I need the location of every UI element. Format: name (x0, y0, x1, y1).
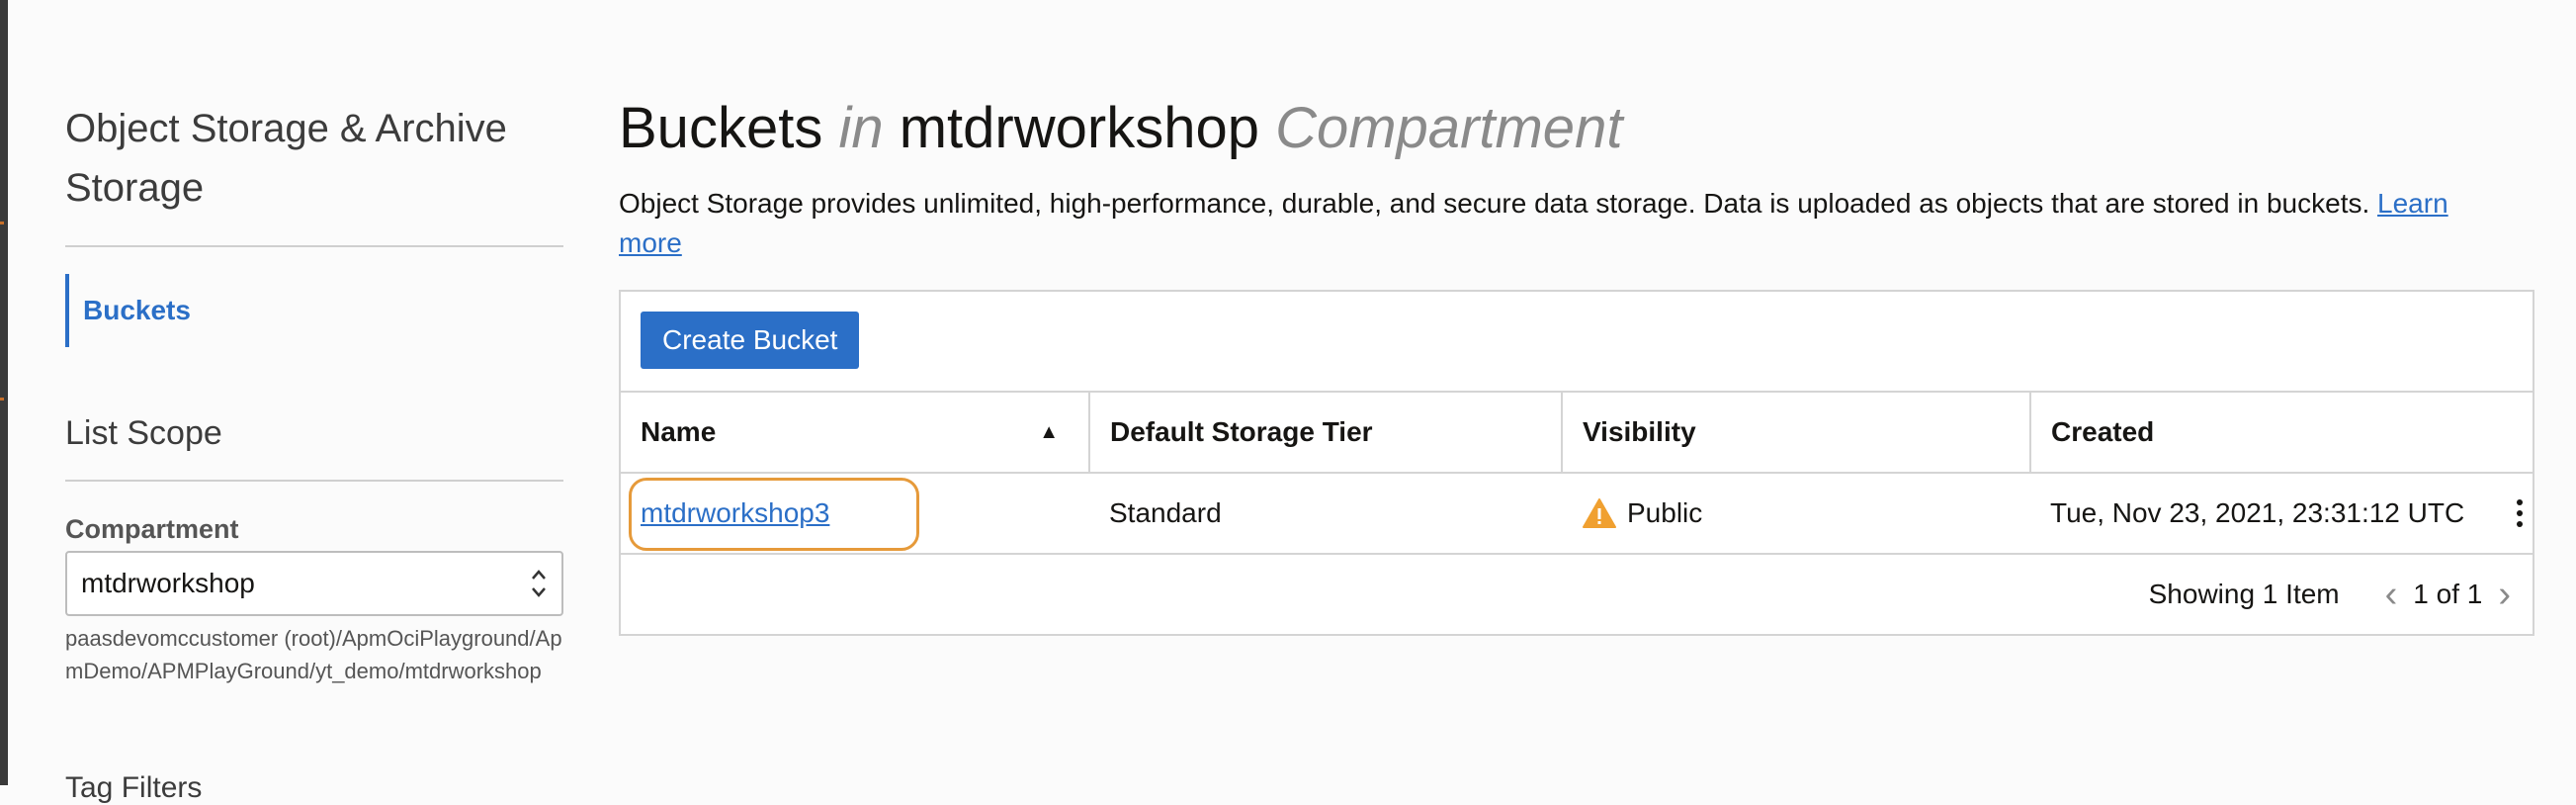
compartment-select[interactable]: mtdrworkshop (65, 551, 563, 616)
bucket-name-link[interactable]: mtdrworkshop3 (641, 497, 829, 528)
warning-icon (1583, 498, 1616, 528)
sidebar-item-buckets[interactable]: Buckets (65, 274, 563, 347)
buckets-panel: Create Bucket Name ▲ Default Storage Tie… (619, 290, 2534, 636)
kebab-menu-icon[interactable] (2513, 495, 2527, 531)
chevron-right-icon[interactable]: › (2492, 576, 2517, 613)
column-header-created[interactable]: Created (2029, 393, 2534, 474)
sidebar-title: Object Storage & Archive Storage (65, 107, 507, 210)
pagination: Showing 1 Item ‹ 1 of 1 › (621, 555, 2533, 634)
create-bucket-button[interactable]: Create Bucket (641, 312, 860, 369)
cell-visibility: Public (1562, 473, 2030, 555)
visibility-value: Public (1627, 497, 1703, 528)
column-header-label: Name (641, 416, 717, 447)
toolbar: Create Bucket (621, 292, 2533, 393)
page-indicator: 1 of 1 (2413, 579, 2483, 609)
page-description: Object Storage provides unlimited, high-… (619, 184, 2497, 263)
title-buckets: Buckets (619, 96, 823, 160)
sidebar-item-label: Buckets (83, 295, 191, 325)
compartment-label: Compartment (65, 514, 239, 544)
table-row: mtdrworkshop3 Standard Public Tue, Nov 2… (621, 473, 2534, 555)
list-scope-title: List Scope (65, 414, 222, 452)
sidebar-divider (65, 245, 563, 247)
tag-filters-heading: Tag Filters (65, 771, 203, 804)
compartment-select-value: mtdrworkshop (81, 568, 255, 598)
created-value: Tue, Nov 23, 2021, 23:31:12 UTC (2050, 497, 2465, 528)
edge-mark (0, 222, 4, 224)
column-header-visibility[interactable]: Visibility (1561, 393, 2030, 474)
select-arrows-icon (530, 567, 548, 600)
title-in: in (838, 96, 884, 160)
title-compartment-name: mtdrworkshop (899, 96, 1259, 160)
main-content: Buckets in mtdrworkshop Compartment Obje… (619, 89, 2536, 636)
table-header-row: Name ▲ Default Storage Tier Visibility C… (621, 393, 2534, 474)
title-compartment-suffix: Compartment (1275, 96, 1623, 160)
description-text: Object Storage provides unlimited, high-… (619, 188, 2370, 219)
cell-created: Tue, Nov 23, 2021, 23:31:12 UTC (2030, 473, 2534, 555)
cell-tier: Standard (1089, 473, 1562, 555)
list-scope-divider (65, 480, 563, 482)
column-header-name[interactable]: Name ▲ (621, 393, 1089, 474)
showing-count: Showing 1 Item (2148, 579, 2340, 609)
column-header-tier[interactable]: Default Storage Tier (1088, 393, 1562, 474)
sort-ascending-icon[interactable]: ▲ (1039, 421, 1059, 444)
background-window-edge (0, 0, 8, 785)
sidebar: Object Storage & Archive Storage Buckets… (65, 99, 563, 687)
compartment-path: paasdevomccustomer (root)/ApmOciPlaygrou… (65, 626, 562, 683)
chevron-left-icon[interactable]: ‹ (2379, 576, 2404, 613)
edge-mark (0, 398, 4, 401)
page-title: Buckets in mtdrworkshop Compartment (619, 89, 2536, 168)
cell-name: mtdrworkshop3 (621, 473, 1089, 555)
buckets-table: Name ▲ Default Storage Tier Visibility C… (621, 393, 2534, 555)
